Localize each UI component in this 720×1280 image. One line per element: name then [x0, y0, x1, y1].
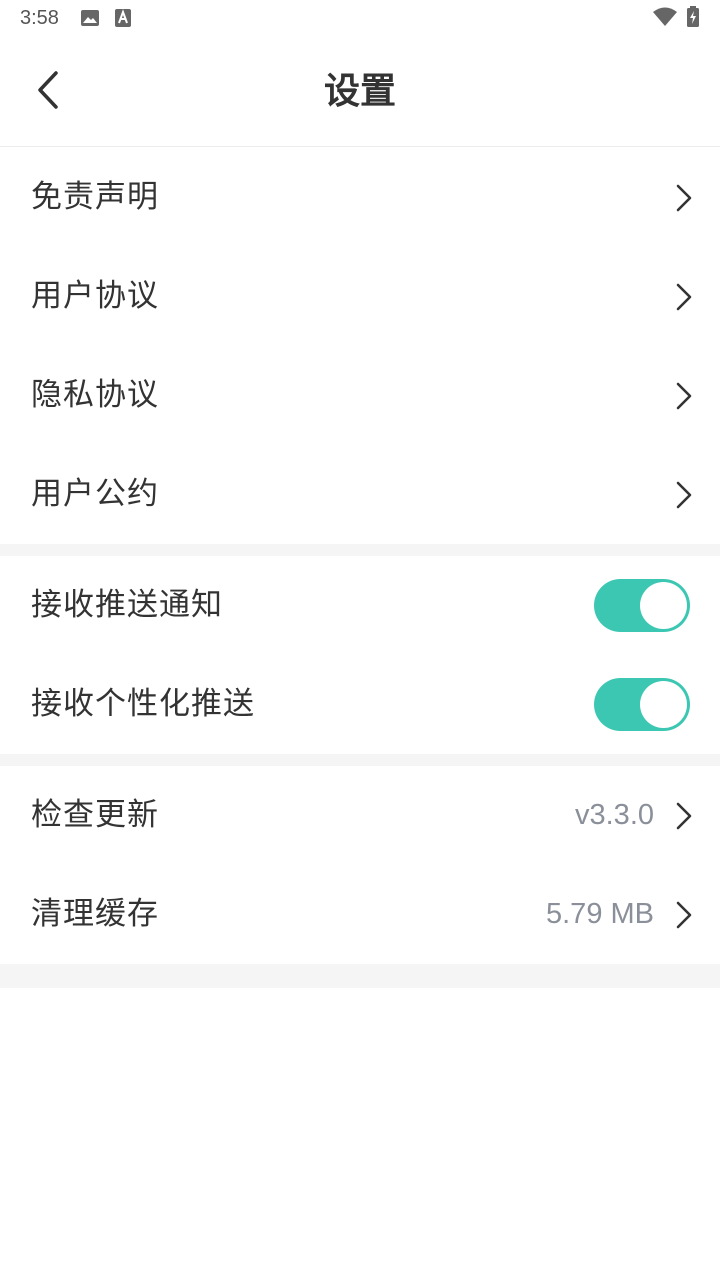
- battery-charging-icon: [686, 6, 700, 32]
- chevron-right-icon: [676, 901, 692, 929]
- section-divider: [0, 964, 720, 988]
- row-label: 免责声明: [31, 179, 159, 215]
- chevron-right-icon: [676, 382, 692, 410]
- chevron-right-icon: [676, 802, 692, 830]
- row-label: 接收推送通知: [31, 587, 223, 623]
- toggle-knob: [640, 582, 687, 629]
- disclaimer-row[interactable]: 免责声明: [0, 148, 720, 247]
- version-value: v3.3.0: [575, 799, 654, 831]
- page-title: 设置: [323, 71, 396, 112]
- nav-bar: 设置: [0, 36, 720, 147]
- row-label: 清理缓存: [31, 896, 159, 932]
- row-label: 用户协议: [31, 278, 159, 314]
- cache-size-value: 5.79 MB: [546, 898, 654, 930]
- personalized-push-row: 接收个性化推送: [0, 655, 720, 754]
- row-label: 检查更新: [31, 797, 159, 833]
- section-divider: [0, 544, 720, 556]
- legal-section: 免责声明 用户协议 隐私协议 用户公约: [0, 148, 720, 544]
- chevron-right-icon: [676, 283, 692, 311]
- personalized-push-toggle[interactable]: [594, 678, 690, 731]
- app-section: 检查更新 v3.3.0 清理缓存 5.79 MB: [0, 766, 720, 964]
- status-time: 3:58: [20, 7, 59, 29]
- text-a-icon: [114, 8, 132, 32]
- image-icon: [80, 8, 100, 32]
- user-agreement-row[interactable]: 用户协议: [0, 247, 720, 346]
- section-divider: [0, 754, 720, 766]
- push-notification-toggle[interactable]: [594, 579, 690, 632]
- notifications-section: 接收推送通知 接收个性化推送: [0, 556, 720, 754]
- status-bar: 3:58: [0, 0, 720, 36]
- check-update-row[interactable]: 检查更新 v3.3.0: [0, 766, 720, 865]
- chevron-right-icon: [676, 184, 692, 212]
- wifi-icon: [652, 7, 678, 31]
- push-notification-row: 接收推送通知: [0, 556, 720, 655]
- clear-cache-row[interactable]: 清理缓存 5.79 MB: [0, 865, 720, 964]
- chevron-right-icon: [676, 481, 692, 509]
- user-convention-row[interactable]: 用户公约: [0, 445, 720, 544]
- privacy-agreement-row[interactable]: 隐私协议: [0, 346, 720, 445]
- toggle-knob: [640, 681, 687, 728]
- row-label: 隐私协议: [31, 377, 159, 413]
- row-label: 用户公约: [31, 476, 159, 512]
- row-label: 接收个性化推送: [31, 686, 255, 722]
